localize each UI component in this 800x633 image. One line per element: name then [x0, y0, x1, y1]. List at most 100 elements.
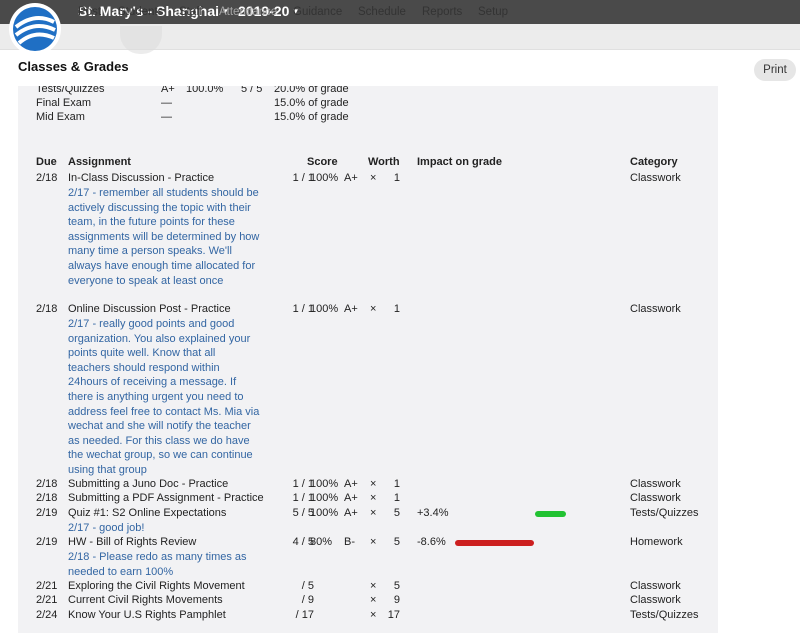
due-date: 2/19: [36, 536, 58, 548]
school-logo-icon[interactable]: [8, 2, 62, 56]
worth-value: 9: [393, 594, 400, 606]
category-grade: —: [161, 97, 172, 109]
page-title: Classes & Grades: [18, 59, 129, 74]
header-due[interactable]: Due: [36, 156, 57, 168]
score-points[interactable]: 1 / 1: [274, 492, 314, 504]
nav-guidance[interactable]: Guidance: [293, 6, 342, 18]
times-icon: ×: [370, 580, 377, 592]
score-points[interactable]: / 17: [274, 609, 314, 621]
category-name: Mid Exam: [36, 111, 85, 123]
assignment-name[interactable]: Current Civil Rights Movements: [68, 594, 223, 606]
score-grade: A+: [344, 492, 358, 504]
due-date: 2/18: [36, 303, 58, 315]
impact-value: +3.4%: [417, 507, 449, 519]
worth-value: 5: [393, 580, 400, 592]
category-weight: 20.0% of grade: [274, 86, 349, 95]
times-icon: ×: [370, 594, 377, 606]
nav-schedule[interactable]: Schedule: [358, 6, 406, 18]
times-icon: ×: [370, 536, 377, 548]
score-percent: 100%: [310, 303, 339, 315]
nav-students[interactable]: Students: [118, 6, 163, 18]
assignment-category: Homework: [630, 536, 683, 548]
assignment-name[interactable]: Online Discussion Post - Practice: [68, 303, 231, 315]
due-date: 2/21: [36, 580, 58, 592]
score-grade: A+: [344, 478, 358, 490]
category-weight: 15.0% of grade: [274, 111, 349, 123]
score-percent: 100%: [310, 478, 339, 490]
impact-bar-positive: [535, 511, 567, 517]
due-date: 2/18: [36, 492, 58, 504]
worth-value: 5: [393, 536, 400, 548]
header-score[interactable]: Score: [307, 156, 338, 168]
times-icon: ×: [370, 478, 377, 490]
score-percent: 100%: [310, 507, 339, 519]
assignment-category: Classwork: [630, 580, 681, 592]
grades-panel: Tests/Quizzes A+ 100.0% 5 / 5 20.0% of g…: [18, 86, 718, 633]
score-grade: A+: [344, 507, 358, 519]
worth-value: 17: [387, 609, 400, 621]
assignment-category: Classwork: [630, 172, 681, 184]
score-points[interactable]: 1 / 1: [274, 478, 314, 490]
times-icon: ×: [370, 609, 377, 621]
assignment-category: Classwork: [630, 303, 681, 315]
score-grade: B-: [344, 536, 355, 548]
worth-value: 1: [393, 172, 400, 184]
assignment-category: Tests/Quizzes: [630, 609, 699, 621]
print-button[interactable]: Print: [754, 59, 796, 81]
times-icon: ×: [370, 492, 377, 504]
impact-value: -8.6%: [417, 536, 446, 548]
teacher-comment: 2/17 - really good points and good organ…: [68, 318, 260, 476]
assignment-name[interactable]: Exploring the Civil Rights Movement: [68, 580, 245, 592]
assignment-name[interactable]: HW - Bill of Rights Review: [68, 536, 196, 548]
score-grade: A+: [344, 303, 358, 315]
header-assignment[interactable]: Assignment: [68, 156, 131, 168]
category-points: 5 / 5: [241, 86, 263, 95]
due-date: 2/18: [36, 478, 58, 490]
impact-bar-negative: [455, 540, 535, 546]
due-date: 2/18: [36, 172, 58, 184]
header-impact[interactable]: Impact on grade: [417, 156, 502, 168]
assignment-category: Classwork: [630, 478, 681, 490]
nav-staff[interactable]: Staff: [179, 6, 202, 18]
score-points[interactable]: 4 / 5: [274, 536, 314, 548]
teacher-comment: 2/18 - Please redo as many times as need…: [68, 551, 247, 578]
nav-attendance[interactable]: Attendance: [219, 6, 277, 18]
worth-value: 1: [393, 492, 400, 504]
due-date: 2/21: [36, 594, 58, 606]
assignment-name[interactable]: Know Your U.S Rights Pamphlet: [68, 609, 226, 621]
score-points[interactable]: 5 / 5: [274, 507, 314, 519]
worth-value: 1: [393, 303, 400, 315]
assignment-name[interactable]: Submitting a Juno Doc - Practice: [68, 478, 228, 490]
assignment-category: Tests/Quizzes: [630, 507, 699, 519]
category-grade: A+: [161, 86, 175, 95]
times-icon: ×: [370, 172, 377, 184]
score-points[interactable]: 1 / 1: [274, 303, 314, 315]
times-icon: ×: [370, 303, 377, 315]
score-percent: 100%: [310, 492, 339, 504]
nav-setup[interactable]: Setup: [478, 6, 508, 18]
score-points[interactable]: 1 / 1: [274, 172, 314, 184]
category-name: Tests/Quizzes: [36, 86, 105, 95]
worth-value: 5: [393, 507, 400, 519]
assignment-name[interactable]: Submitting a PDF Assignment - Practice: [68, 492, 264, 504]
due-date: 2/19: [36, 507, 58, 519]
score-percent: 100%: [310, 172, 339, 184]
category-weight: 15.0% of grade: [274, 97, 349, 109]
score-percent: 80%: [310, 536, 333, 548]
header-category[interactable]: Category: [630, 156, 678, 168]
teacher-comment: 2/17 - good job!: [68, 522, 145, 534]
times-icon: ×: [370, 507, 377, 519]
score-points[interactable]: / 5: [274, 580, 314, 592]
category-grade: —: [161, 111, 172, 123]
assignment-category: Classwork: [630, 594, 681, 606]
assignment-name[interactable]: Quiz #1: S2 Online Expectations: [68, 507, 226, 519]
category-percent: 100.0%: [186, 86, 224, 95]
score-grade: A+: [344, 172, 358, 184]
assignment-name[interactable]: In-Class Discussion - Practice: [68, 172, 214, 184]
nav-reports[interactable]: Reports: [422, 6, 462, 18]
due-date: 2/24: [36, 609, 58, 621]
worth-value: 1: [393, 478, 400, 490]
header-worth[interactable]: Worth: [368, 156, 400, 168]
nav-post[interactable]: Post: [78, 6, 101, 18]
score-points[interactable]: / 9: [274, 594, 314, 606]
